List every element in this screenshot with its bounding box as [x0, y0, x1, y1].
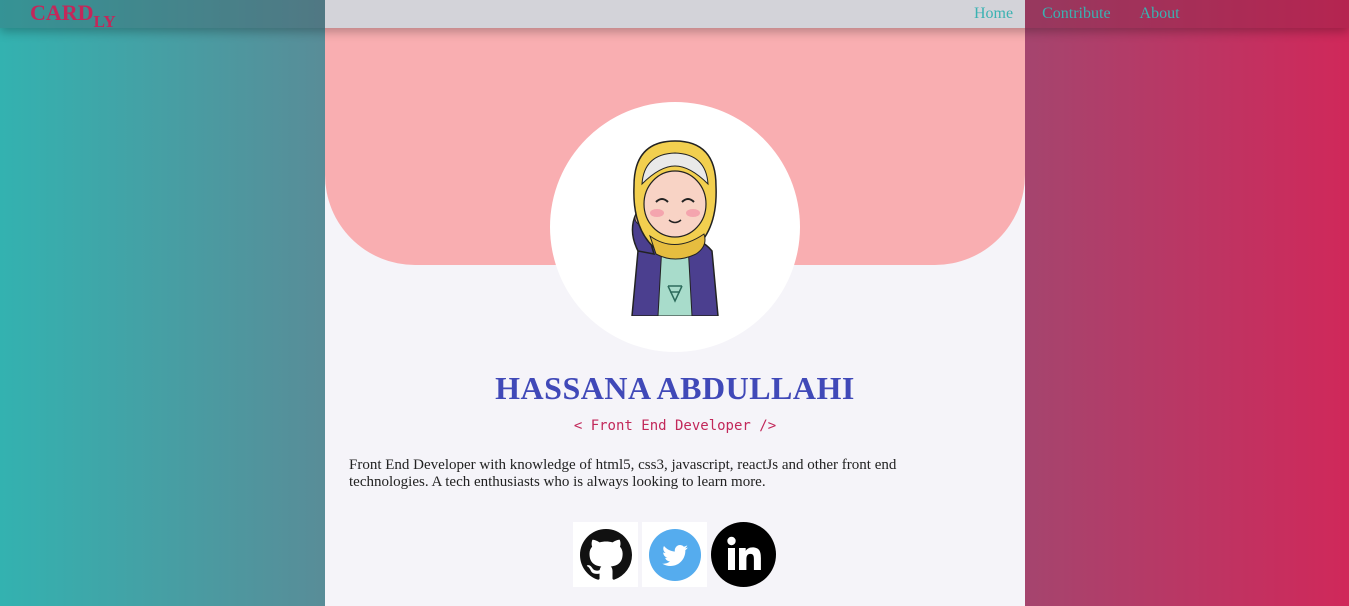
nav-links: Home Contribute About	[974, 5, 1180, 23]
twitter-icon	[648, 528, 701, 581]
profile-bio: Front End Developer with knowledge of ht…	[349, 457, 897, 490]
logo-main: CARD	[30, 0, 94, 25]
profile-role: < Front End Developer />	[573, 418, 777, 434]
github-link[interactable]	[573, 522, 638, 587]
avatar	[550, 102, 800, 352]
github-icon	[579, 528, 632, 580]
brand-logo[interactable]: CARDLY	[30, 0, 116, 31]
avatar-illustration	[631, 140, 719, 316]
navbar-center-band	[325, 0, 1025, 28]
top-navbar: CARDLY Home Contribute About	[0, 0, 1349, 31]
nav-about[interactable]: About	[1140, 5, 1180, 23]
profile-card: HASSANA ABDULLAHI < Front End Developer …	[325, 0, 1025, 606]
nav-home[interactable]: Home	[974, 5, 1013, 23]
profile-name: HASSANA ABDULLAHI	[495, 370, 855, 406]
nav-contribute[interactable]: Contribute	[1042, 5, 1110, 23]
social-links	[573, 522, 776, 587]
linkedin-icon	[711, 522, 776, 587]
linkedin-link[interactable]	[711, 522, 776, 587]
logo-sub: LY	[93, 12, 116, 31]
twitter-link[interactable]	[642, 522, 707, 587]
